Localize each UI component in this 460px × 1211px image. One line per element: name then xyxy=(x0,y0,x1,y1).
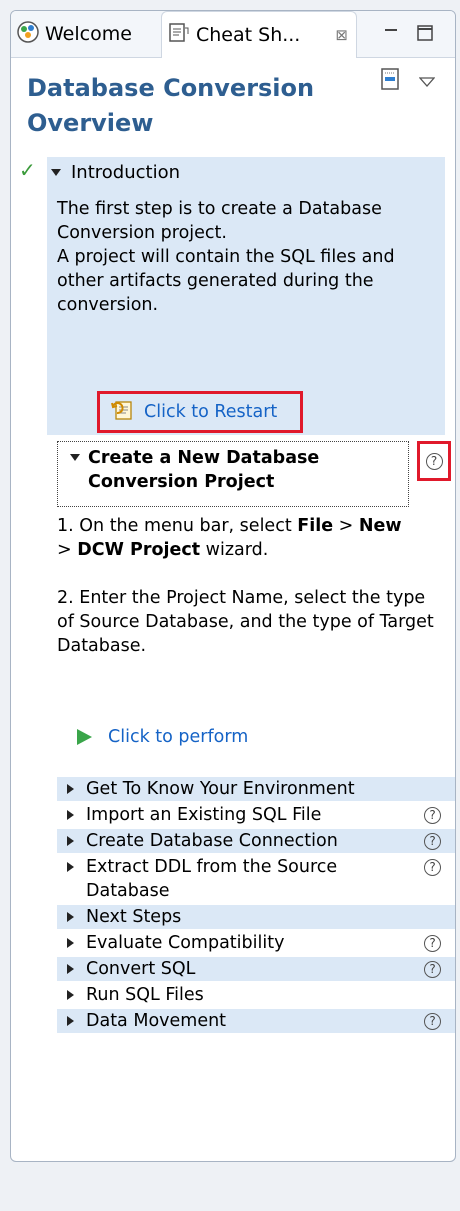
help-icon[interactable]: ? xyxy=(424,807,441,824)
menu-file: File xyxy=(297,516,334,536)
create-project-label: Create a New Database Conversion Project xyxy=(88,448,320,492)
help-button[interactable]: ? xyxy=(417,441,451,481)
click-to-restart-link[interactable]: Click to Restart xyxy=(97,391,303,433)
list-item-label: Data Movement xyxy=(86,1011,227,1031)
view-menu-icon[interactable] xyxy=(418,73,436,92)
expand-right-icon xyxy=(67,862,74,872)
tab-welcome[interactable]: Welcome xyxy=(17,11,159,57)
list-item[interactable]: Create Database Connection ? xyxy=(57,829,455,853)
page-title: Database Conversion Overview xyxy=(27,74,315,137)
minimize-icon[interactable] xyxy=(381,23,401,47)
restart-icon xyxy=(110,398,144,427)
list-item-label: Convert SQL xyxy=(86,959,196,979)
tab-welcome-label: Welcome xyxy=(45,23,132,45)
instruction-text: wizard. xyxy=(200,540,269,560)
help-icon[interactable]: ? xyxy=(424,935,441,952)
menu-dcw-project: DCW Project xyxy=(77,540,201,560)
expand-down-icon xyxy=(51,168,61,176)
expand-right-icon xyxy=(67,990,74,1000)
click-to-restart-label: Click to Restart xyxy=(144,402,278,422)
create-project-heading[interactable]: Create a New Database Conversion Project xyxy=(57,441,409,507)
expand-right-icon xyxy=(67,938,74,948)
expand-right-icon xyxy=(67,964,74,974)
expand-down-icon xyxy=(70,454,80,461)
list-item[interactable]: Evaluate Compatibility ? xyxy=(57,931,455,955)
list-item[interactable]: Run SQL Files xyxy=(57,983,455,1007)
list-item-label: Create Database Connection xyxy=(86,831,338,851)
click-to-perform-link[interactable]: Click to perform xyxy=(77,727,248,747)
introduction-text-1: The first step is to create a Database C… xyxy=(57,199,382,243)
list-item-label: Run SQL Files xyxy=(86,985,204,1005)
checkmark-icon: ✓ xyxy=(19,158,36,182)
instruction-text: > xyxy=(333,516,359,536)
list-item-label: Extract DDL from the Source Database xyxy=(86,857,338,901)
introduction-label: Introduction xyxy=(71,161,181,183)
list-item[interactable]: Convert SQL ? xyxy=(57,957,455,981)
list-item-label: Import an Existing SQL File xyxy=(86,805,322,825)
cheat-sheet-panel: Welcome Cheat Sh... ⊠ Database Conversio… xyxy=(10,10,456,1162)
list-item[interactable]: Next Steps xyxy=(57,905,455,929)
list-item[interactable]: Get To Know Your Environment xyxy=(57,777,455,801)
tab-cheat-sheet[interactable]: Cheat Sh... ⊠ xyxy=(161,11,357,58)
help-icon[interactable]: ? xyxy=(424,961,441,978)
list-item[interactable]: Import an Existing SQL File ? xyxy=(57,803,455,827)
help-icon[interactable]: ? xyxy=(424,859,441,876)
help-icon: ? xyxy=(425,452,443,470)
expand-right-icon xyxy=(67,810,74,820)
list-item[interactable]: Data Movement ? xyxy=(57,1009,455,1033)
help-icon[interactable]: ? xyxy=(424,833,441,850)
instruction-text: 1. On the menu bar, select xyxy=(57,516,298,536)
welcome-icon xyxy=(17,20,45,48)
expand-right-icon xyxy=(67,836,74,846)
instruction-step-2: 2. Enter the Project Name, select the ty… xyxy=(57,588,434,656)
cheat-sheet-steps: Get To Know Your Environment Import an E… xyxy=(57,777,455,1035)
create-project-instructions: 1. On the menu bar, select File > New > … xyxy=(57,514,437,682)
close-icon[interactable]: ⊠ xyxy=(335,26,348,44)
menu-new: New xyxy=(358,516,402,536)
list-item-label: Next Steps xyxy=(86,907,182,927)
expand-right-icon xyxy=(67,912,74,922)
click-to-perform-label: Click to perform xyxy=(108,727,249,747)
expand-right-icon xyxy=(67,1016,74,1026)
introduction-heading[interactable]: Introduction xyxy=(51,157,180,187)
list-item[interactable]: Extract DDL from the Source Database ? xyxy=(57,855,455,903)
play-icon xyxy=(77,729,92,745)
cheat-sheet-icon xyxy=(168,22,196,49)
introduction-text: The first step is to create a Database C… xyxy=(57,197,437,317)
list-item-label: Get To Know Your Environment xyxy=(86,779,355,799)
introduction-text-2: A project will contain the SQL files and… xyxy=(57,247,395,315)
tab-bar: Welcome Cheat Sh... ⊠ xyxy=(11,11,455,58)
instruction-step-1: 1. On the menu bar, select File > New > … xyxy=(57,514,437,562)
expand-right-icon xyxy=(67,784,74,794)
help-icon[interactable]: ? xyxy=(424,1013,441,1030)
tab-cheat-sheet-label: Cheat Sh... xyxy=(196,24,301,46)
list-item-label: Evaluate Compatibility xyxy=(86,933,285,953)
instruction-text: > xyxy=(57,540,78,560)
maximize-icon[interactable] xyxy=(415,23,435,47)
